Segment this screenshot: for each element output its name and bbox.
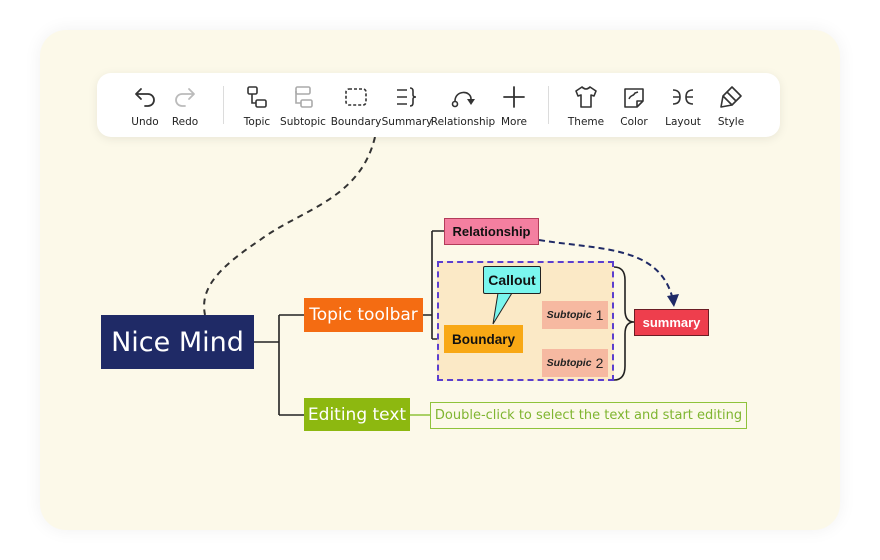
summary-label: Summary	[381, 116, 433, 128]
shirt-icon	[575, 86, 597, 108]
redo-label: Redo	[171, 116, 199, 128]
subtopic-1-number: 1	[595, 307, 604, 323]
editing-text-node[interactable]: Editing text	[304, 398, 410, 431]
plus-icon	[503, 86, 525, 108]
topic-toolbar-node[interactable]: Topic toolbar	[304, 298, 423, 332]
more-button[interactable]: More	[496, 73, 532, 137]
subtopic-2-node[interactable]: Subtopic 2	[542, 349, 608, 377]
toolbar-divider	[548, 86, 549, 124]
callout-pointer	[492, 292, 513, 325]
style-button[interactable]: Style	[713, 73, 749, 137]
theme-button[interactable]: Theme	[566, 73, 606, 137]
undo-label: Undo	[131, 116, 159, 128]
redo-icon	[175, 88, 195, 107]
root-connector	[254, 314, 304, 416]
redo-button[interactable]: Redo	[167, 73, 203, 137]
topic-icon	[247, 86, 267, 108]
subtopic-icon	[295, 86, 313, 108]
subtopic-button[interactable]: Subtopic	[280, 73, 326, 137]
subtopic-1-label: Subtopic	[546, 309, 592, 321]
layout-button[interactable]: Layout	[663, 73, 703, 137]
topic-toolbar-panel: Undo Redo Topic Subtopic Boundary Summar…	[97, 73, 780, 137]
root-topic[interactable]: Nice Mind	[101, 315, 254, 369]
subtopic-1-node[interactable]: Subtopic 1	[542, 301, 608, 329]
undo-icon	[135, 88, 155, 107]
brush-icon	[720, 86, 742, 108]
layout-label: Layout	[665, 116, 701, 128]
boundary-button[interactable]: Boundary	[331, 73, 381, 137]
color-icon	[624, 88, 644, 108]
color-label: Color	[620, 116, 648, 128]
relationship-icon	[451, 91, 475, 108]
style-label: Style	[717, 116, 745, 128]
theme-label: Theme	[567, 116, 605, 128]
callout-node[interactable]: Callout	[483, 266, 541, 294]
boundary-label: Boundary	[330, 116, 382, 128]
topic-label: Topic	[243, 116, 271, 128]
undo-button[interactable]: Undo	[127, 73, 163, 137]
summary-icon	[397, 87, 417, 107]
color-button[interactable]: Color	[616, 73, 652, 137]
relationship-arrowhead	[667, 294, 679, 307]
subtopic-label: Subtopic	[280, 116, 326, 128]
toolbar-pointer-line	[203, 136, 376, 316]
boundary-icon	[345, 88, 367, 106]
layout-icon	[672, 89, 694, 105]
relationship-label: Relationship	[430, 116, 496, 128]
more-label: More	[500, 116, 528, 128]
boundary-node[interactable]: Boundary	[444, 325, 523, 353]
editing-hint-note[interactable]: Double-click to select the text and star…	[430, 402, 747, 429]
summary-button[interactable]: Summary	[382, 73, 432, 137]
subtopic-2-number: 2	[595, 355, 604, 371]
relationship-node[interactable]: Relationship	[444, 218, 539, 245]
toolbar-divider	[223, 86, 224, 124]
relationship-button[interactable]: Relationship	[430, 73, 496, 137]
topic-button[interactable]: Topic	[239, 73, 275, 137]
summary-node[interactable]: summary	[634, 309, 709, 336]
summary-brace	[613, 266, 635, 381]
subtopic-2-label: Subtopic	[546, 357, 592, 369]
